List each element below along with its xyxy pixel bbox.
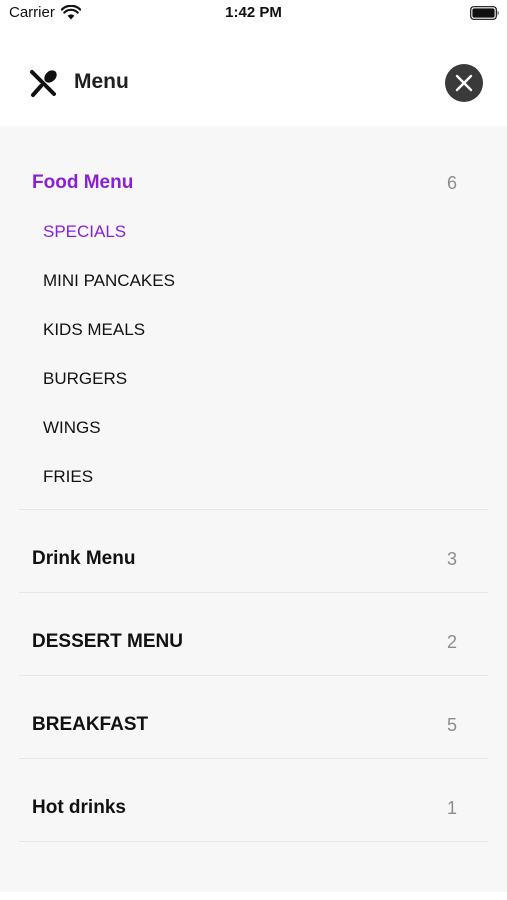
- status-time: 1:42 PM: [225, 4, 282, 21]
- close-icon: [455, 74, 473, 92]
- category-count: 3: [446, 549, 457, 569]
- battery-icon: [470, 6, 499, 20]
- category-title: Drink Menu: [32, 548, 136, 569]
- category-drink-menu[interactable]: Drink Menu 3: [19, 510, 488, 593]
- category-count: 2: [446, 632, 457, 652]
- menu-list: Food Menu 6 SPECIALS MINI PANCAKES KIDS …: [0, 126, 507, 892]
- close-button[interactable]: [445, 64, 483, 102]
- category-title: Food Menu: [32, 172, 134, 193]
- category-food-menu[interactable]: Food Menu 6: [19, 126, 488, 510]
- category-count: 1: [446, 798, 457, 818]
- subitem-specials[interactable]: SPECIALS: [43, 222, 126, 242]
- utensils-icon: [30, 70, 57, 97]
- subitem-wings[interactable]: WINGS: [43, 418, 101, 438]
- status-bar: Carrier 1:42 PM: [0, 0, 507, 30]
- category-hot-drinks[interactable]: Hot drinks 1: [19, 759, 488, 842]
- menu-header: Menu: [0, 38, 507, 126]
- category-breakfast[interactable]: BREAKFAST 5: [19, 676, 488, 759]
- category-title: Hot drinks: [32, 797, 126, 818]
- divider: [19, 841, 488, 842]
- category-title: DESSERT MENU: [32, 631, 183, 652]
- category-dessert-menu[interactable]: DESSERT MENU 2: [19, 593, 488, 676]
- page-title: Menu: [74, 70, 129, 93]
- category-count: 5: [446, 715, 457, 735]
- subitem-fries[interactable]: FRIES: [43, 467, 93, 487]
- category-title: BREAKFAST: [32, 714, 149, 735]
- category-count: 6: [446, 173, 457, 193]
- subitem-mini-pancakes[interactable]: MINI PANCAKES: [43, 271, 175, 291]
- subitem-kids-meals[interactable]: KIDS MEALS: [43, 320, 145, 340]
- subitem-burgers[interactable]: BURGERS: [43, 369, 127, 389]
